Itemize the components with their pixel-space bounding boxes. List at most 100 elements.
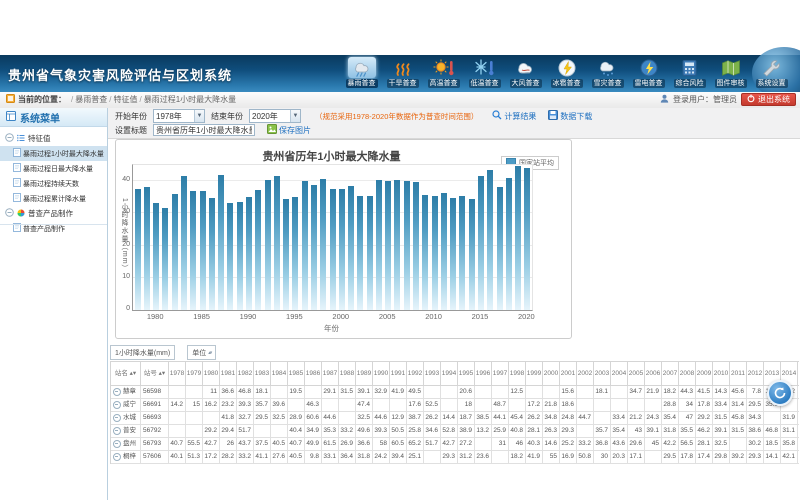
tree-item[interactable]: 暴雨过程日最大降水量 bbox=[0, 161, 107, 176]
station-row-name[interactable]: 赫章 bbox=[111, 386, 141, 399]
bar[interactable] bbox=[348, 186, 354, 310]
bar[interactable] bbox=[172, 194, 178, 310]
value-cell: 11 bbox=[203, 386, 220, 399]
breadcrumb-item[interactable]: 暴雨过程1小时最大降水量 bbox=[144, 95, 236, 104]
bar[interactable] bbox=[524, 168, 530, 310]
bar[interactable] bbox=[339, 189, 345, 310]
station-row-name[interactable]: 盘州 bbox=[111, 438, 141, 451]
bar[interactable] bbox=[135, 189, 141, 310]
save-image-button[interactable]: 保存图片 bbox=[267, 124, 311, 136]
calculate-button[interactable]: 计算结果 bbox=[492, 110, 536, 122]
bar[interactable] bbox=[385, 181, 391, 310]
station-name-column-header[interactable]: 站名 ▴▾ bbox=[111, 362, 141, 386]
end-year-select[interactable]: 2020年 ▼ bbox=[249, 109, 301, 123]
value-cell bbox=[271, 425, 288, 438]
bar[interactable] bbox=[413, 182, 419, 310]
bar[interactable] bbox=[237, 202, 243, 310]
breadcrumb-item[interactable]: 暴雨普查 bbox=[75, 95, 107, 104]
measure-chip[interactable]: 1小时降水量(mm) bbox=[110, 345, 175, 360]
bar[interactable] bbox=[394, 180, 400, 310]
bar[interactable] bbox=[255, 190, 261, 311]
toolbar-item-high-temp[interactable]: 高温普查 bbox=[423, 57, 464, 91]
bar[interactable] bbox=[162, 208, 168, 310]
station-row-name[interactable]: 水城 bbox=[111, 412, 141, 425]
bar[interactable] bbox=[441, 193, 447, 310]
bar[interactable] bbox=[459, 196, 465, 310]
unit-chip[interactable]: 单位 ▴▾ bbox=[187, 345, 216, 360]
chart-title-input[interactable] bbox=[153, 124, 255, 136]
value-cell: 31.5 bbox=[339, 386, 356, 399]
toolbar-item-map-review[interactable]: 图件审核 bbox=[710, 57, 751, 91]
collapse-toggle-icon[interactable] bbox=[5, 208, 14, 219]
refresh-fab[interactable] bbox=[767, 380, 793, 406]
value-cell: 18.7 bbox=[458, 412, 475, 425]
collapse-toggle-icon[interactable] bbox=[5, 133, 14, 144]
expand-row-icon[interactable] bbox=[113, 440, 121, 448]
toolbar-item-drought[interactable]: 干旱普查 bbox=[382, 57, 423, 91]
bar[interactable] bbox=[376, 180, 382, 310]
bar[interactable] bbox=[478, 176, 484, 310]
value-cell: 21.8 bbox=[543, 399, 560, 412]
value-cell: 51.3 bbox=[186, 451, 203, 464]
bar[interactable] bbox=[265, 180, 271, 310]
expand-row-icon[interactable] bbox=[113, 401, 121, 409]
bar[interactable] bbox=[367, 196, 373, 310]
station-row-name[interactable]: 威宁 bbox=[111, 399, 141, 412]
bar[interactable] bbox=[497, 187, 503, 310]
toolbar-item-settings[interactable]: 系统设置 bbox=[751, 57, 792, 91]
start-year-select[interactable]: 1978年 ▼ bbox=[153, 109, 205, 123]
bar[interactable] bbox=[311, 185, 317, 310]
expand-row-icon[interactable] bbox=[113, 414, 121, 422]
logout-button[interactable]: 退出系统 bbox=[741, 93, 796, 106]
toolbar-item-label: 大风普查 bbox=[510, 79, 542, 88]
value-cell: 45 bbox=[645, 438, 662, 451]
expand-row-icon[interactable] bbox=[113, 427, 121, 435]
bar[interactable] bbox=[404, 181, 410, 310]
bar[interactable] bbox=[227, 203, 233, 310]
toolbar-item-comprehensive-risk[interactable]: 综合风险 bbox=[669, 57, 710, 91]
bar[interactable] bbox=[283, 199, 289, 310]
toolbar-item-snow[interactable]: 雪灾普查 bbox=[587, 57, 628, 91]
bar[interactable] bbox=[292, 197, 298, 310]
expand-row-icon[interactable] bbox=[113, 453, 121, 461]
bar[interactable] bbox=[153, 203, 159, 310]
bar[interactable] bbox=[246, 197, 252, 310]
bar[interactable] bbox=[209, 198, 215, 310]
bar[interactable] bbox=[302, 181, 308, 310]
bar[interactable] bbox=[330, 189, 336, 310]
bar[interactable] bbox=[506, 178, 512, 310]
bar[interactable] bbox=[469, 199, 475, 310]
bar[interactable] bbox=[218, 175, 224, 310]
bar[interactable] bbox=[515, 166, 521, 310]
tree-item[interactable]: 暴雨过程累计降水量 bbox=[0, 191, 107, 206]
value-cell bbox=[628, 399, 645, 412]
toolbar-item-wind[interactable]: 大风普查 bbox=[505, 57, 546, 91]
station-id-column-header[interactable]: 站号 ▴▾ bbox=[141, 362, 169, 386]
bar[interactable] bbox=[450, 198, 456, 310]
tree-item[interactable]: 暴雨过程1小时最大降水量 bbox=[0, 146, 107, 161]
tree-group[interactable]: 普查产品制作 bbox=[0, 206, 107, 221]
toolbar-item-hail[interactable]: 冰雹普查 bbox=[546, 57, 587, 91]
station-row-name[interactable]: 桐梓 bbox=[111, 451, 141, 464]
bar[interactable] bbox=[422, 195, 428, 310]
toolbar-item-low-temp[interactable]: 低温普查 bbox=[464, 57, 505, 91]
toolbar-item-lightning[interactable]: 雷电普查 bbox=[628, 57, 669, 91]
tree-item[interactable]: 暴雨过程持续天数 bbox=[0, 176, 107, 191]
bar[interactable] bbox=[274, 176, 280, 310]
bar[interactable] bbox=[432, 196, 438, 310]
value-cell: 33.2 bbox=[577, 438, 594, 451]
breadcrumb-item[interactable]: 特征值 bbox=[113, 95, 137, 104]
station-row-name[interactable]: 普安 bbox=[111, 425, 141, 438]
value-cell bbox=[339, 399, 356, 412]
bar[interactable] bbox=[487, 170, 493, 310]
download-button[interactable]: 数据下载 bbox=[548, 110, 592, 122]
bar[interactable] bbox=[144, 187, 150, 310]
bar[interactable] bbox=[320, 179, 326, 310]
expand-row-icon[interactable] bbox=[113, 388, 121, 396]
toolbar-item-rainstorm[interactable]: 暴雨普查 bbox=[341, 57, 382, 91]
bar[interactable] bbox=[190, 191, 196, 310]
tree-group[interactable]: 特征值 bbox=[0, 131, 107, 146]
bar[interactable] bbox=[357, 196, 363, 310]
bar[interactable] bbox=[181, 176, 187, 310]
bar[interactable] bbox=[200, 191, 206, 310]
